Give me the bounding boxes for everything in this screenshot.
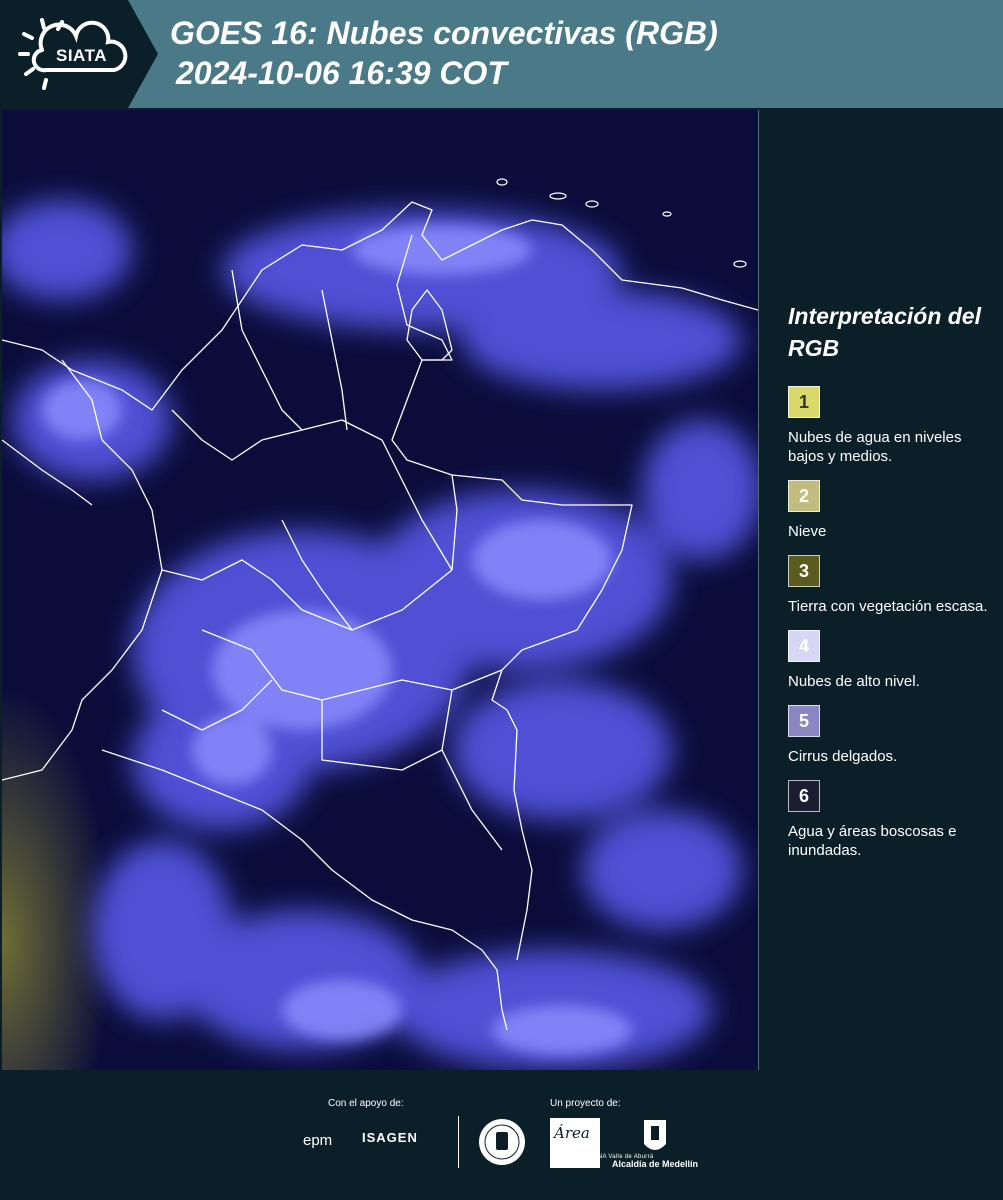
support-label: Con el apoyo de: xyxy=(328,1098,404,1109)
epm-logo: epm xyxy=(303,1132,333,1149)
legend-label: Nieve xyxy=(788,523,827,540)
legend-item: 1 Nubes de agua en niveles bajos y medios… xyxy=(788,386,993,466)
alcaldia-shield-icon xyxy=(644,1120,666,1150)
legend-title: Interpretación del RGB xyxy=(788,303,981,361)
siata-logo: SIATA xyxy=(16,12,136,96)
legend-swatch: 4 xyxy=(788,630,820,662)
legend-label: Cirrus delgados. xyxy=(788,748,898,765)
area-metropolitana-logo: Área xyxy=(550,1118,600,1168)
logo-text: SIATA xyxy=(56,46,107,65)
legend-label: Nubes de alto nivel. xyxy=(788,673,920,690)
legend-swatch: 6 xyxy=(788,780,820,812)
legend-swatch: 2 xyxy=(788,480,820,512)
legend-item: 2 Nieve xyxy=(788,480,993,541)
satellite-image xyxy=(2,110,758,1070)
legend-item: 4 Nubes de alto nivel. xyxy=(788,630,993,691)
legend-item: 5 Cirrus delgados. xyxy=(788,705,993,766)
timestamp: 2024-10-06 16:39 COT xyxy=(176,55,507,91)
legend-item: 6 Agua y áreas boscosas e inundadas. xyxy=(788,780,993,860)
isagen-logo: ISAGEN xyxy=(362,1130,418,1145)
legend: Interpretación del RGB 1 Nubes de agua en… xyxy=(788,300,993,874)
header: SIATA GOES 16: Nubes convectivas (RGB) 2… xyxy=(0,0,1003,108)
legend-swatch: 5 xyxy=(788,705,820,737)
legend-swatch: 1 xyxy=(788,386,820,418)
satellite-map[interactable] xyxy=(2,110,759,1070)
legend-item: 3 Tierra con vegetación escasa. xyxy=(788,555,993,616)
alcaldia-label: Alcaldía de Medellín xyxy=(612,1159,699,1169)
medellin-seal-icon xyxy=(479,1119,525,1165)
page-title: GOES 16: Nubes convectivas (RGB) xyxy=(170,15,718,51)
footer-divider xyxy=(458,1116,459,1168)
legend-swatch: 3 xyxy=(788,555,820,587)
legend-label: Agua y áreas boscosas e inundadas. xyxy=(788,823,957,859)
legend-label: Tierra con vegetación escasa. xyxy=(788,598,988,615)
area-logo-text: Área xyxy=(554,1124,590,1142)
legend-label: Nubes de agua en niveles bajos y medios. xyxy=(788,429,962,465)
project-label: Un proyecto de: xyxy=(550,1098,621,1109)
footer: Con el apoyo de: Un proyecto de: epm ISA… xyxy=(0,1072,1003,1200)
